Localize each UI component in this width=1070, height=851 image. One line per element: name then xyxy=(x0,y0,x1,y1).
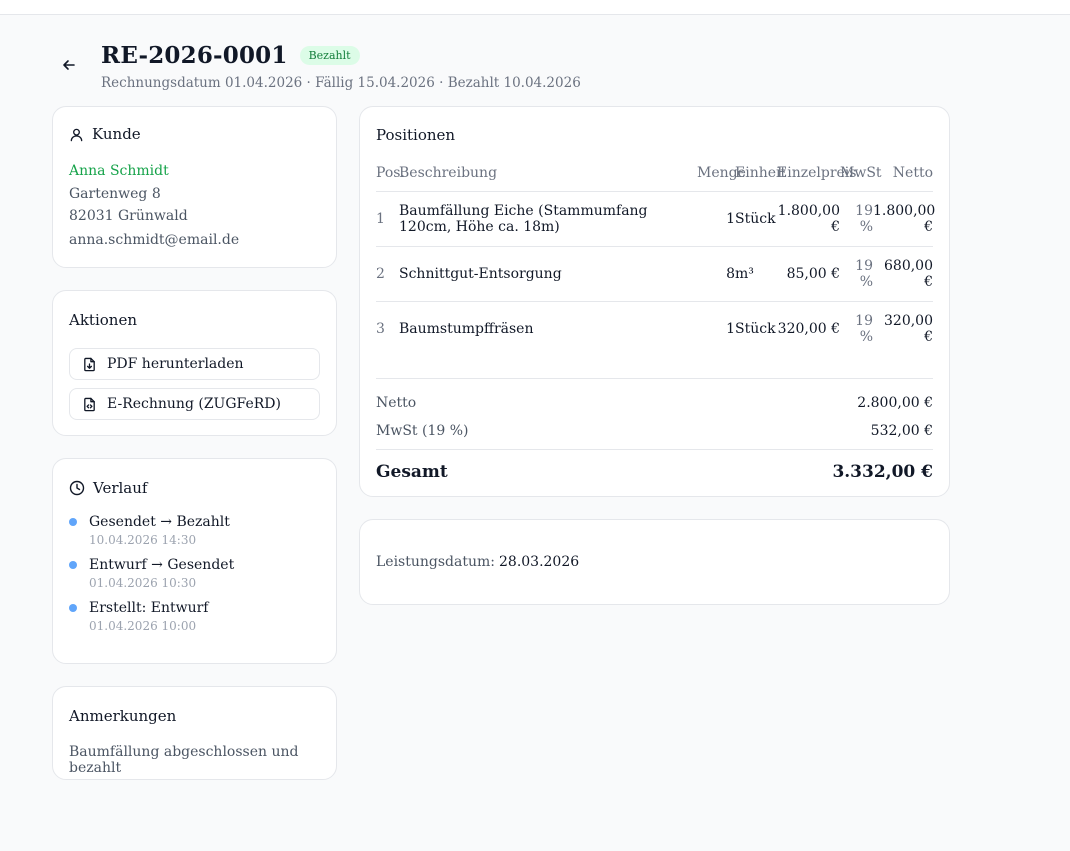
arrow-left-icon xyxy=(62,58,76,72)
timeline-text: Erstellt: Entwurf xyxy=(89,600,209,616)
table-row: 2 Schnittgut-Entsorgung 8 m³ 85,00 € 19 … xyxy=(376,246,933,302)
cell-unit-price: 320,00 € xyxy=(777,321,840,337)
timeline-time: 10.04.2026 14:30 xyxy=(89,533,197,547)
cell-pos: 2 xyxy=(376,246,399,302)
positions-table: Pos. Beschreibung Menge Einheit Einzelpr… xyxy=(376,165,935,357)
timeline-text: Entwurf → Gesendet xyxy=(89,557,235,573)
cell-description: Schnittgut-Entsorgung xyxy=(399,246,697,302)
timeline-item: Entwurf → Gesendet 01.04.2026 10:30 xyxy=(69,557,320,590)
vat-total-row: MwSt (19 %) 532,00 € xyxy=(376,423,933,450)
timeline-dot xyxy=(69,561,77,569)
cell-net: 1.800,00 € xyxy=(873,191,935,247)
invoice-dates: Rechnungsdatum 01.04.2026 · Fällig 15.04… xyxy=(101,75,581,91)
customer-card: Kunde Anna Schmidt Gartenweg 8 82031 Grü… xyxy=(52,106,337,268)
col-header-unit: Einheit xyxy=(735,165,786,192)
actions-card: Aktionen PDF herunterladen E-Rechnung (Z… xyxy=(52,290,337,436)
customer-heading: Kunde xyxy=(69,125,320,143)
customer-city: 82031 Grünwald xyxy=(69,208,188,224)
cell-net: 680,00 € xyxy=(873,246,933,302)
page-title: RE-2026-0001 xyxy=(101,42,288,69)
download-pdf-button[interactable]: PDF herunterladen xyxy=(69,348,320,380)
e-invoice-button[interactable]: E-Rechnung (ZUGFeRD) xyxy=(69,388,320,420)
back-button[interactable] xyxy=(58,54,80,76)
cell-description: Baumstumpffräsen xyxy=(399,321,534,337)
status-badge: Bezahlt xyxy=(299,46,360,65)
timeline-item: Erstellt: Entwurf 01.04.2026 10:00 xyxy=(69,600,320,633)
history-timeline: Gesendet → Bezahlt 10.04.2026 14:30 Entw… xyxy=(69,514,320,633)
vat-total-value: 532,00 € xyxy=(870,423,933,439)
cell-unit-price: 85,00 € xyxy=(777,246,840,302)
net-total-row: Netto 2.800,00 € xyxy=(376,395,933,411)
download-pdf-label: PDF herunterladen xyxy=(107,356,244,372)
net-total-label: Netto xyxy=(376,395,417,411)
cell-qty: 1 xyxy=(697,191,735,247)
clock-icon xyxy=(69,480,85,496)
cell-unit: m³ xyxy=(735,246,777,302)
cell-unit-price: 1.800,00 € xyxy=(777,191,840,247)
col-header-description: Beschreibung xyxy=(399,165,697,192)
positions-heading: Positionen xyxy=(376,126,456,144)
actions-heading: Aktionen xyxy=(69,311,137,329)
service-date-card: Leistungsdatum: 28.03.2026 xyxy=(359,519,950,605)
col-header-vat: MwSt xyxy=(840,165,882,192)
history-heading-label: Verlauf xyxy=(93,479,148,497)
timeline-text: Gesendet → Bezahlt xyxy=(89,514,230,530)
timeline-time: 01.04.2026 10:00 xyxy=(89,619,197,633)
cell-vat: 19 % xyxy=(840,246,873,302)
history-card: Verlauf Gesendet → Bezahlt 10.04.2026 14… xyxy=(52,458,337,664)
totals-section: Netto 2.800,00 € MwSt (19 %) 532,00 € Ge… xyxy=(376,378,933,482)
file-download-icon xyxy=(82,357,97,372)
grand-total-value: 3.332,00 € xyxy=(832,462,933,482)
customer-street: Gartenweg 8 xyxy=(69,186,161,202)
service-date-label: Leistungsdatum: xyxy=(376,554,495,570)
notes-text: Baumfällung abgeschlossen und bezahlt xyxy=(69,744,299,776)
cell-qty: 8 xyxy=(697,246,735,302)
customer-heading-label: Kunde xyxy=(92,125,141,143)
customer-email: anna.schmidt@email.de xyxy=(69,232,240,248)
cell-vat: 19 % xyxy=(855,313,873,345)
e-invoice-label: E-Rechnung (ZUGFeRD) xyxy=(107,396,281,412)
col-header-unit-price: Einzelpreis xyxy=(777,165,856,192)
timeline-item: Gesendet → Bezahlt 10.04.2026 14:30 xyxy=(69,514,320,547)
cell-pos: 3 xyxy=(376,321,385,337)
top-bar xyxy=(0,0,1070,15)
timeline-dot xyxy=(69,518,77,526)
cell-unit: Stück xyxy=(735,191,777,247)
net-total-value: 2.800,00 € xyxy=(857,395,933,411)
col-header-qty: Menge xyxy=(697,165,746,192)
col-header-pos: Pos. xyxy=(376,165,405,192)
timeline-dot xyxy=(69,604,77,612)
cell-description: Baumfällung Eiche (Stammumfang 120cm, Hö… xyxy=(399,191,697,247)
page-header: RE-2026-0001 Bezahlt Rechnungsdatum 01.0… xyxy=(101,42,581,91)
notes-heading: Anmerkungen xyxy=(69,707,177,725)
history-heading: Verlauf xyxy=(69,479,320,497)
file-code-icon xyxy=(82,397,97,412)
grand-total-label: Gesamt xyxy=(376,462,448,482)
timeline-time: 01.04.2026 10:30 xyxy=(89,576,197,590)
cell-pos: 1 xyxy=(376,191,399,247)
grand-total-row: Gesamt 3.332,00 € xyxy=(376,462,933,482)
user-icon xyxy=(69,127,84,142)
service-date-value: 28.03.2026 xyxy=(499,554,580,570)
cell-net: 320,00 € xyxy=(884,313,933,345)
customer-name-link[interactable]: Anna Schmidt xyxy=(69,163,320,179)
table-header-row: Pos. Beschreibung Menge Einheit Einzelpr… xyxy=(376,165,933,192)
positions-card: Positionen Pos. Beschreibung Menge Einhe… xyxy=(359,106,950,497)
table-row: 1 Baumfällung Eiche (Stammumfang 120cm, … xyxy=(376,191,935,247)
col-header-net: Netto xyxy=(873,165,933,192)
table-row: 3 Baumstumpffräsen 1 Stück 320,00 € 19 %… xyxy=(376,302,933,357)
cell-vat: 19 % xyxy=(840,191,873,247)
cell-unit: Stück xyxy=(735,321,776,337)
vat-total-label: MwSt (19 %) xyxy=(376,423,469,439)
cell-qty: 1 xyxy=(726,321,735,337)
notes-card: Anmerkungen Baumfällung abgeschlossen un… xyxy=(52,686,337,780)
